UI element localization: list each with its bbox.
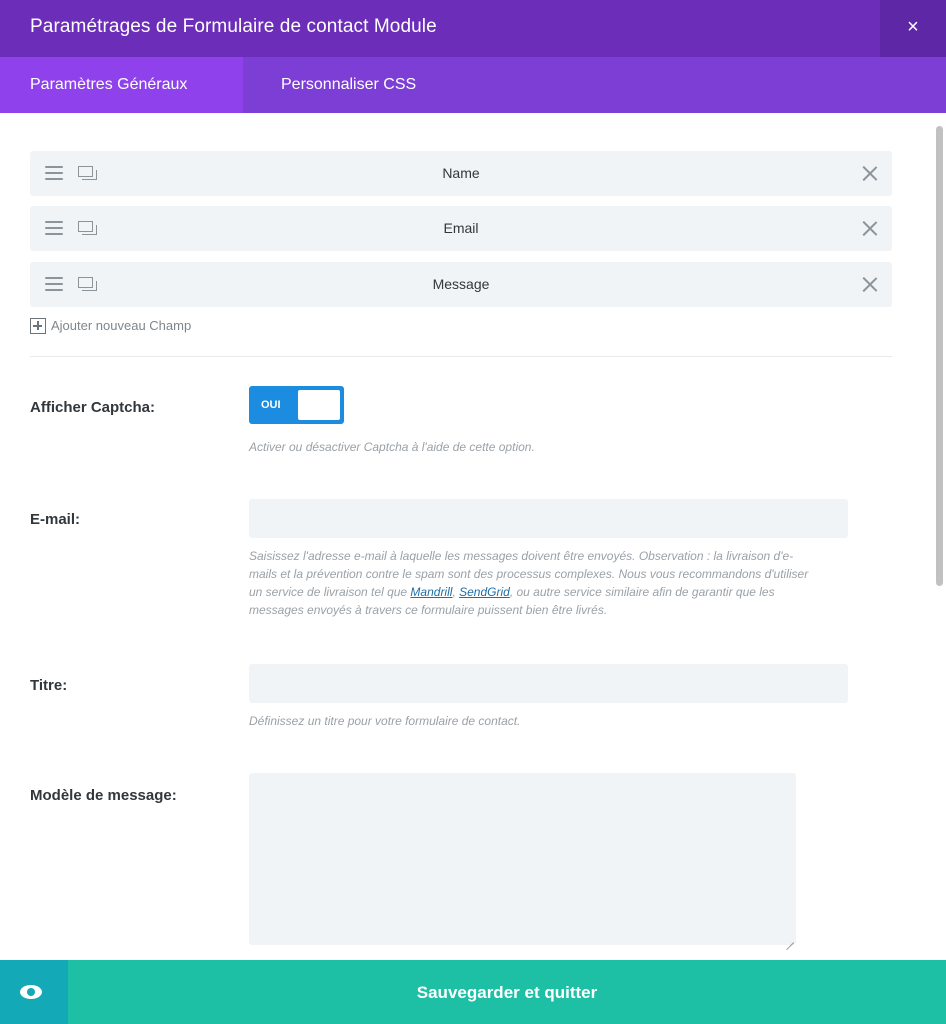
plus-box-icon xyxy=(30,318,46,334)
field-item-email[interactable]: Email xyxy=(30,206,892,251)
tab-bar: Paramètres Généraux Personnaliser CSS xyxy=(0,57,946,113)
settings-panel: Name Email Message Ajouter nouveau Champ… xyxy=(0,113,946,960)
message-template-textarea[interactable] xyxy=(249,773,796,945)
tab-general-settings[interactable]: Paramètres Généraux xyxy=(0,57,243,113)
resize-handle-icon[interactable] xyxy=(786,935,794,943)
preview-button[interactable] xyxy=(0,960,68,1024)
tab-custom-css[interactable]: Personnaliser CSS xyxy=(281,57,416,113)
remove-field-icon[interactable] xyxy=(860,274,880,294)
title-description: Définissez un titre pour votre formulair… xyxy=(249,714,521,728)
modal-title: Paramétrages de Formulaire de contact Mo… xyxy=(30,16,437,37)
field-item-message[interactable]: Message xyxy=(30,262,892,307)
mandrill-link[interactable]: Mandrill xyxy=(410,585,452,599)
captcha-description: Activer ou désactiver Captcha à l'aide d… xyxy=(249,440,535,454)
field-label: Name xyxy=(442,165,480,181)
email-field[interactable] xyxy=(249,499,848,538)
modal-header: Paramétrages de Formulaire de contact Mo… xyxy=(0,0,946,57)
title-label: Titre: xyxy=(30,677,68,694)
field-label: Email xyxy=(443,220,479,236)
field-item-name[interactable]: Name xyxy=(30,151,892,196)
save-and-exit-button[interactable]: Sauvegarder et quitter xyxy=(68,960,946,1024)
remove-field-icon[interactable] xyxy=(860,218,880,238)
close-button[interactable]: × xyxy=(880,0,946,57)
close-icon: × xyxy=(907,16,919,38)
captcha-toggle[interactable]: OUI xyxy=(249,386,344,424)
captcha-label: Afficher Captcha: xyxy=(30,399,156,416)
scrollbar[interactable] xyxy=(936,126,943,586)
email-label: E-mail: xyxy=(30,511,81,528)
field-label: Message xyxy=(432,276,490,292)
toggle-state-text: OUI xyxy=(261,399,281,411)
sendgrid-link[interactable]: SendGrid xyxy=(459,585,510,599)
remove-field-icon[interactable] xyxy=(860,163,880,183)
title-field[interactable] xyxy=(249,664,848,703)
add-field-label: Ajouter nouveau Champ xyxy=(51,318,192,333)
modal-footer: Sauvegarder et quitter xyxy=(0,960,946,1024)
toggle-knob xyxy=(298,390,340,420)
message-template-label: Modèle de message: xyxy=(30,787,177,804)
eye-icon xyxy=(20,985,42,999)
email-description: Saisissez l'adresse e-mail à laquelle le… xyxy=(249,547,809,619)
divider xyxy=(30,356,892,357)
